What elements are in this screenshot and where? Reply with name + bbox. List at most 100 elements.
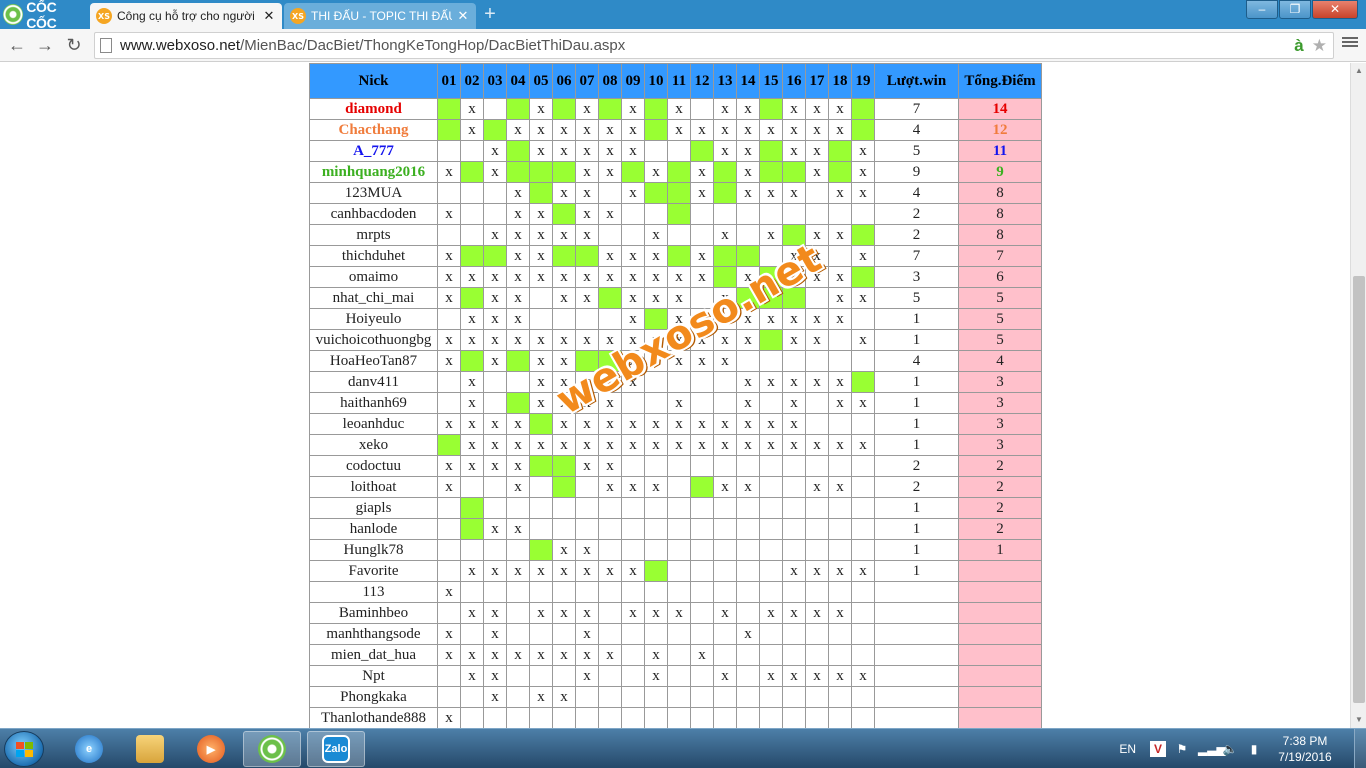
bookmark-star-icon[interactable]: ★ <box>1312 35 1327 56</box>
pick-cell: x <box>667 329 691 351</box>
tab-thi-dau[interactable]: XS THI ĐẤU - TOPIC THI ĐẤU ✕ <box>284 3 476 29</box>
pick-cell: x <box>828 371 852 393</box>
pick-cell <box>437 497 461 519</box>
pick-cell: x <box>828 308 852 330</box>
pick-cell: x <box>552 413 576 435</box>
taskbar-ie[interactable]: e <box>60 731 118 767</box>
player-nick: leoanhduc <box>309 413 438 435</box>
pick-cell: x <box>736 392 760 414</box>
win-count: 9 <box>874 161 959 183</box>
pick-cell <box>506 371 530 393</box>
tab-close-icon[interactable]: ✕ <box>456 8 470 24</box>
action-center-flag-icon[interactable]: ⚑ <box>1174 741 1190 757</box>
scroll-up-icon[interactable]: ▲ <box>1351 63 1366 79</box>
reload-icon[interactable]: ↻ <box>63 34 85 56</box>
maximize-button[interactable]: ❐ <box>1279 0 1311 19</box>
hit-cell <box>759 287 783 309</box>
pick-cell: x <box>621 308 645 330</box>
player-nick: nhat_chi_mai <box>309 287 438 309</box>
xs-favicon-icon: XS <box>96 8 112 24</box>
player-nick: giapls <box>309 497 438 519</box>
hit-cell <box>759 161 783 183</box>
pick-cell: x <box>437 329 461 351</box>
pick-cell <box>782 476 806 498</box>
pick-cell: x <box>575 119 599 141</box>
taskbar-coccoc[interactable] <box>243 731 301 767</box>
total-score <box>958 623 1042 645</box>
pick-cell: x <box>552 392 576 414</box>
start-button[interactable] <box>4 731 44 767</box>
pick-cell: x <box>506 182 530 204</box>
pick-cell: x <box>529 329 553 351</box>
vietkey-icon[interactable]: V <box>1150 741 1166 757</box>
pick-cell: x <box>552 686 576 708</box>
vertical-scrollbar[interactable]: ▲ ▼ <box>1350 63 1366 728</box>
tab-cong-cu[interactable]: XS Công cụ hỗ trợ cho người ✕ <box>90 3 282 29</box>
header-day-02: 02 <box>460 63 484 99</box>
total-score: 2 <box>958 455 1042 477</box>
table-row: Chacthang x x x x x x x x x x x x x x x 4 12 <box>309 119 1042 141</box>
volume-icon[interactable]: 🔈 <box>1222 741 1238 757</box>
hit-cell <box>598 350 622 372</box>
language-indicator[interactable]: EN <box>1119 742 1136 756</box>
pick-cell <box>759 581 783 603</box>
taskbar-media-player[interactable]: ▶ <box>182 731 240 767</box>
hit-cell <box>828 161 852 183</box>
pick-cell: x <box>805 329 829 351</box>
taskbar-explorer[interactable] <box>121 731 179 767</box>
pick-cell <box>667 644 691 666</box>
url-text[interactable]: www.webxoso.net/MienBac/DacBiet/ThongKeT… <box>120 37 625 54</box>
network-signal-icon[interactable]: ▂▃▅ <box>1198 741 1226 757</box>
pick-cell: x <box>437 161 461 183</box>
pick-cell <box>851 707 875 728</box>
pick-cell: x <box>828 224 852 246</box>
pick-cell: x <box>552 329 576 351</box>
pick-cell <box>552 518 576 540</box>
pick-cell <box>575 581 599 603</box>
close-window-button[interactable]: ✕ <box>1312 0 1358 19</box>
player-nick: loithoat <box>309 476 438 498</box>
pick-cell: x <box>506 119 530 141</box>
hit-cell <box>782 287 806 309</box>
win-count: 4 <box>874 350 959 372</box>
pick-cell <box>759 707 783 728</box>
pick-cell: x <box>529 224 553 246</box>
battery-icon[interactable]: ▮ <box>1246 741 1262 757</box>
forward-arrow-icon[interactable]: → <box>34 34 56 56</box>
address-bar[interactable]: www.webxoso.net/MienBac/DacBiet/ThongKeT… <box>94 32 1334 59</box>
scroll-thumb[interactable] <box>1353 276 1365 703</box>
new-tab-plus-icon[interactable]: + <box>480 3 500 25</box>
tab-close-icon[interactable]: ✕ <box>262 8 276 24</box>
pick-cell <box>805 581 829 603</box>
browser-menu-icon[interactable] <box>1342 35 1358 51</box>
pick-cell <box>667 224 691 246</box>
player-nick: Baminhbeo <box>309 602 438 624</box>
pick-cell <box>483 707 507 728</box>
system-clock[interactable]: 7:38 PM 7/19/2016 <box>1270 733 1340 765</box>
player-nick: minhquang2016 <box>309 161 438 183</box>
pick-cell <box>621 644 645 666</box>
header-day-08: 08 <box>598 63 622 99</box>
pick-cell <box>598 182 622 204</box>
pick-cell: x <box>690 245 714 267</box>
pick-cell: x <box>828 266 852 288</box>
page-viewport: Nick 01 02 03 04 05 06 07 08 09 10 11 12 13 14 15 16 17 1… <box>0 63 1350 728</box>
pick-cell: x <box>575 560 599 582</box>
scroll-down-icon[interactable]: ▼ <box>1351 712 1366 728</box>
pick-cell <box>805 203 829 225</box>
show-desktop-button[interactable] <box>1354 729 1366 768</box>
pick-cell: x <box>506 434 530 456</box>
coccoc-download-icon[interactable]: à <box>1294 35 1303 56</box>
pick-cell <box>828 350 852 372</box>
zalo-icon: Zalo <box>322 735 350 763</box>
pick-cell: x <box>713 434 737 456</box>
total-score: 1 <box>958 539 1042 561</box>
pick-cell: x <box>828 560 852 582</box>
minimize-button[interactable]: – <box>1246 0 1278 19</box>
taskbar-zalo[interactable]: Zalo <box>307 731 365 767</box>
pick-cell <box>644 203 668 225</box>
pick-cell <box>621 623 645 645</box>
browser-brand[interactable]: CỐC CỐC <box>0 0 88 31</box>
pick-cell <box>667 686 691 708</box>
back-arrow-icon[interactable]: ← <box>6 34 28 56</box>
